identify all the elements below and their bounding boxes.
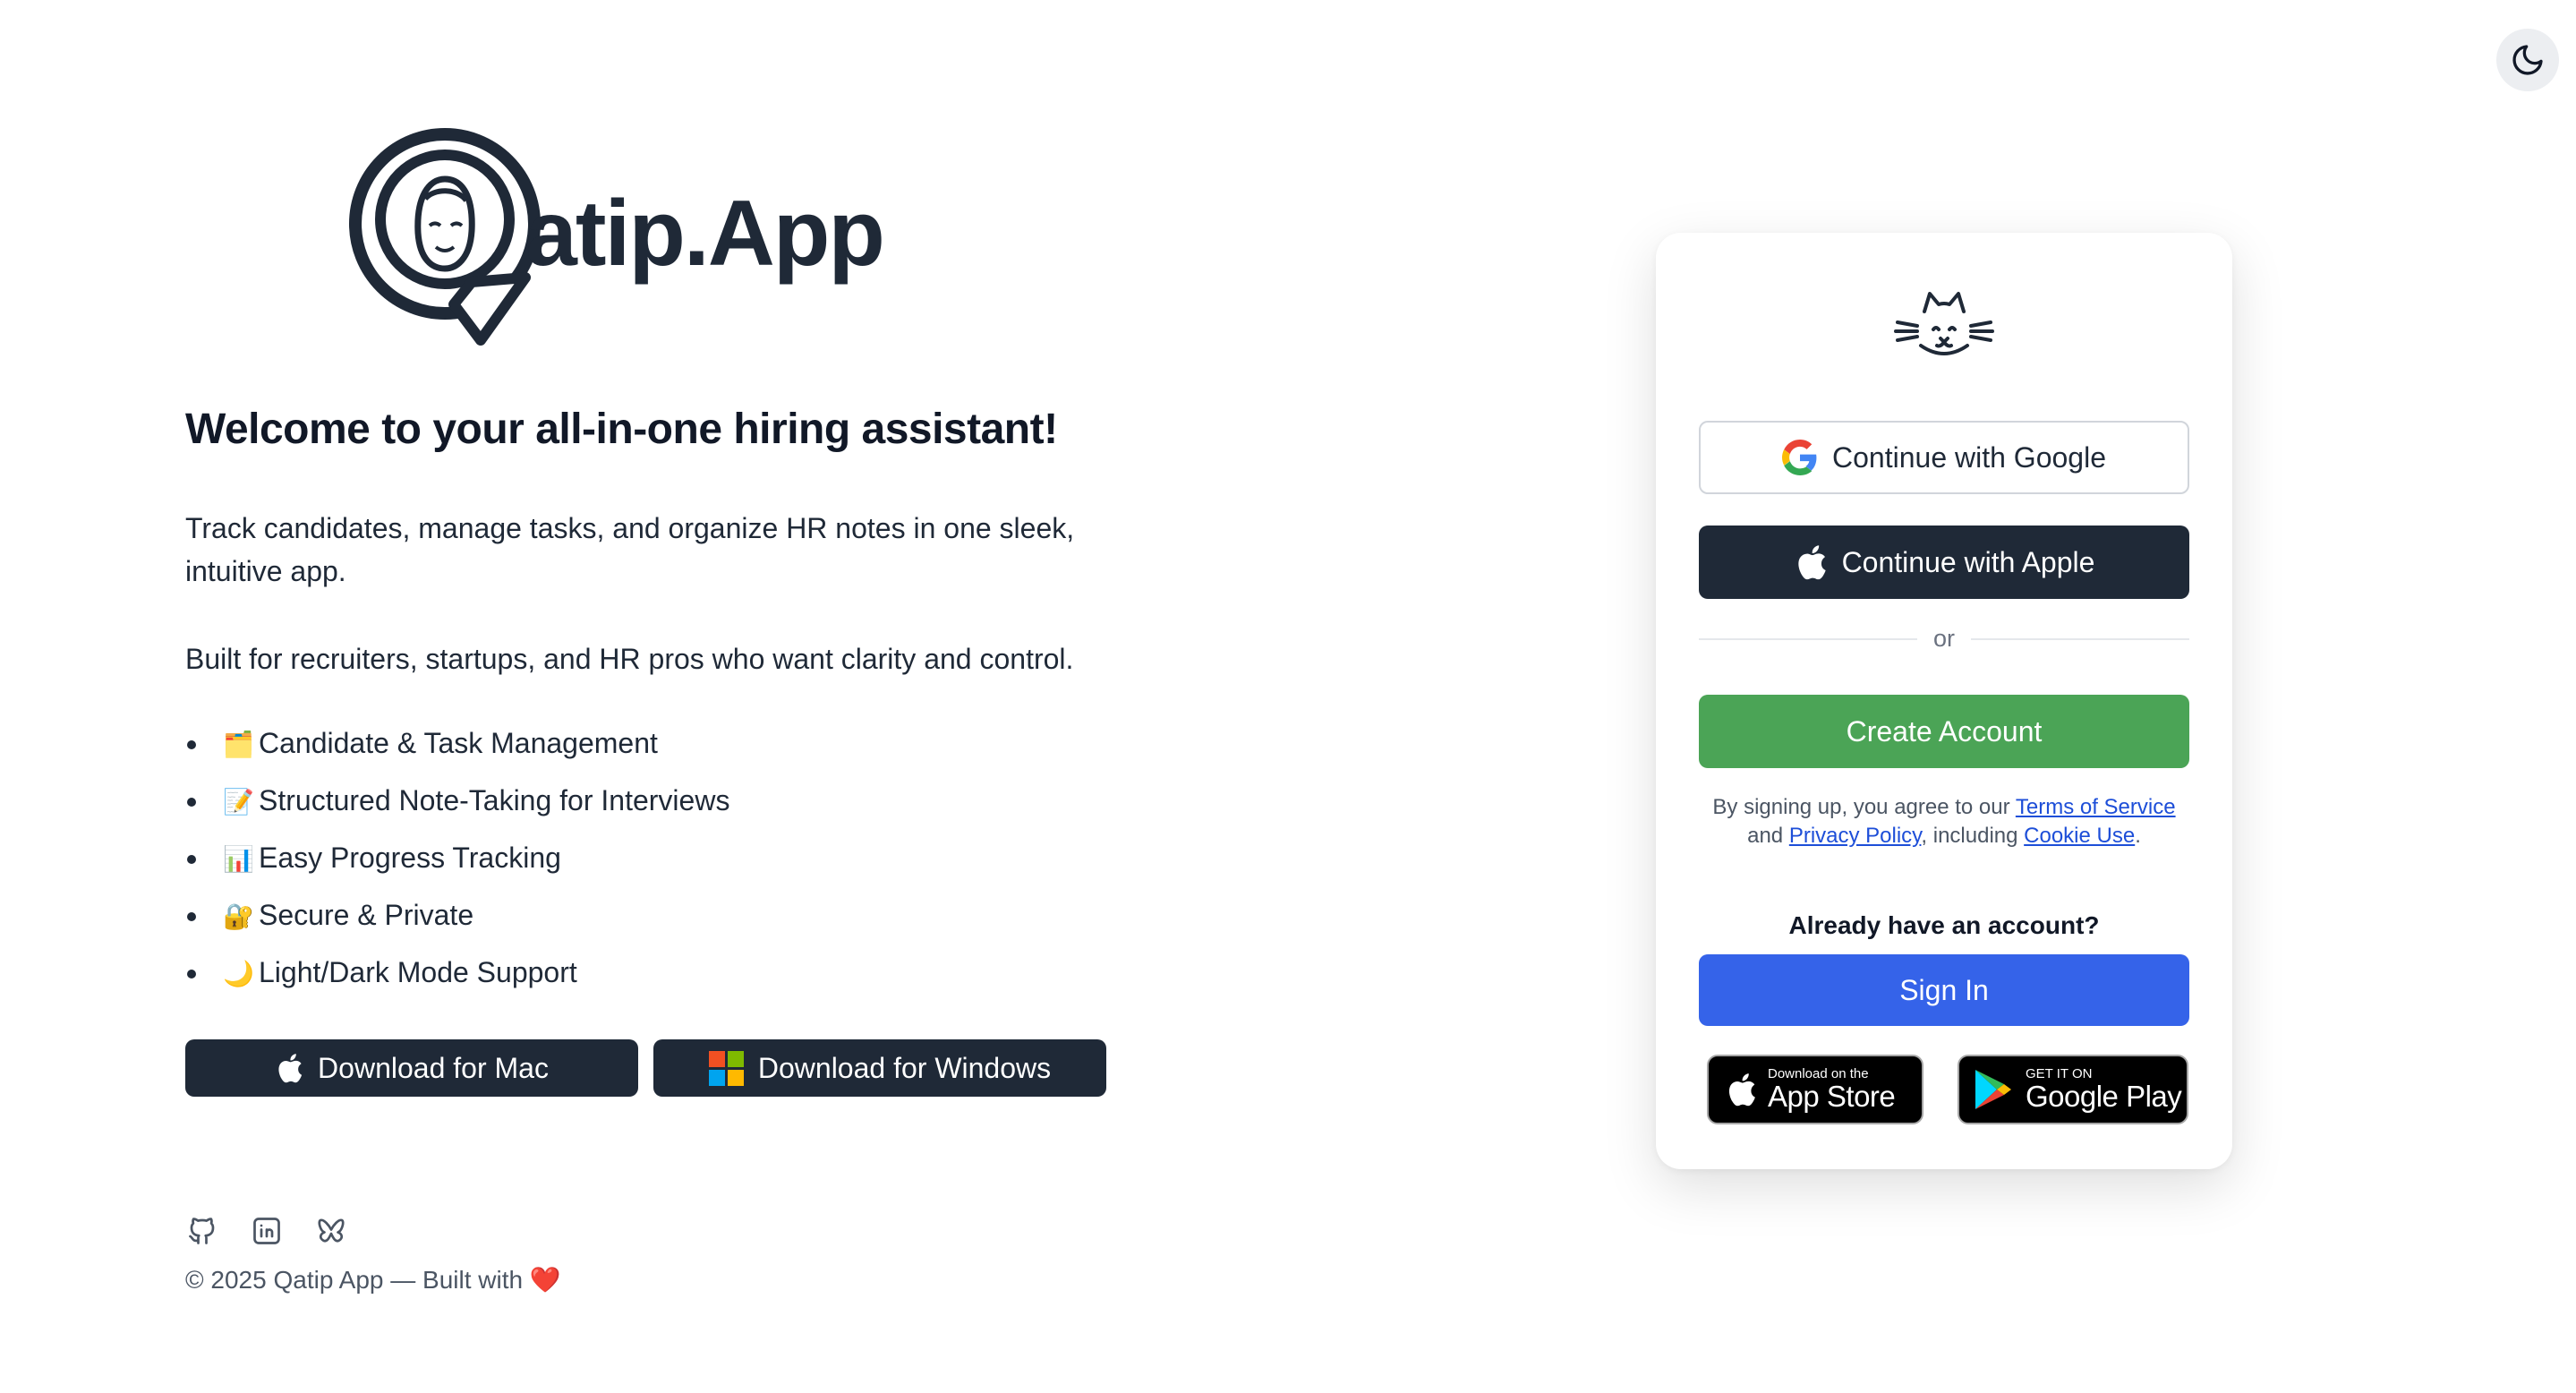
or-label: or xyxy=(1933,625,1956,652)
apple-icon xyxy=(278,1054,303,1083)
social-links xyxy=(185,1214,348,1248)
bluesky-icon xyxy=(318,1218,345,1243)
download-windows-button[interactable]: Download for Windows xyxy=(653,1039,1106,1097)
app-store-big-text: App Store xyxy=(1768,1080,1896,1113)
download-mac-button[interactable]: Download for Mac xyxy=(185,1039,638,1097)
qatip-q-logo-icon xyxy=(349,128,541,346)
folder-icon: 🗂️ xyxy=(223,731,254,758)
theme-toggle-button[interactable] xyxy=(2496,29,2559,91)
feature-item: 📊 Easy Progress Tracking xyxy=(185,836,729,893)
create-account-label: Create Account xyxy=(1846,714,2043,748)
google-play-icon xyxy=(1975,1070,2011,1109)
apple-icon xyxy=(1728,1073,1755,1107)
continue-google-button[interactable]: Continue with Google xyxy=(1699,421,2189,494)
audience-paragraph: Built for recruiters, startups, and HR p… xyxy=(185,643,1074,675)
terms-of-service-link[interactable]: Terms of Service xyxy=(2016,795,2176,819)
welcome-heading: Welcome to your all-in-one hiring assist… xyxy=(185,406,1058,453)
google-icon xyxy=(1782,440,1817,475)
brand-logo: atip.App xyxy=(346,125,937,358)
apple-icon xyxy=(1797,545,1826,580)
footer-text: © 2025 Qatip App — Built with xyxy=(185,1266,524,1294)
moon-icon xyxy=(2512,45,2543,75)
or-divider: or xyxy=(1699,625,2190,653)
privacy-policy-link[interactable]: Privacy Policy xyxy=(1789,824,1922,848)
feature-item: 🔐 Secure & Private xyxy=(185,893,729,951)
download-windows-label: Download for Windows xyxy=(757,1051,1052,1084)
bluesky-link[interactable] xyxy=(314,1214,348,1248)
download-mac-label: Download for Mac xyxy=(318,1051,549,1084)
continue-apple-label: Continue with Apple xyxy=(1841,545,2095,578)
continue-apple-button[interactable]: Continue with Apple xyxy=(1699,526,2189,599)
google-play-badge[interactable]: GET IT ON Google Play xyxy=(1958,1055,2188,1124)
app-store-badge[interactable]: Download on the App Store xyxy=(1707,1055,1923,1124)
github-link[interactable] xyxy=(185,1214,219,1248)
feature-item: 📝 Structured Note-Taking for Interviews xyxy=(185,779,729,836)
lock-icon: 🔐 xyxy=(223,902,254,930)
feature-item: 🌙 Light/Dark Mode Support xyxy=(185,951,729,1008)
linkedin-link[interactable] xyxy=(250,1214,284,1248)
google-play-big-text: Google Play xyxy=(2026,1080,2182,1113)
sign-in-label: Sign In xyxy=(1899,973,1989,1006)
cat-face-icon xyxy=(1894,292,1994,355)
continue-google-label: Continue with Google xyxy=(1832,440,2106,474)
already-have-account-label: Already have an account? xyxy=(1788,911,2100,939)
memo-icon: 📝 xyxy=(223,788,254,816)
create-account-button[interactable]: Create Account xyxy=(1699,695,2189,768)
terms-notice: By signing up, you agree to our Terms of… xyxy=(1712,795,2176,848)
footer: © 2025 Qatip App — Built with ❤️ xyxy=(185,1265,561,1295)
heart-icon: ❤️ xyxy=(529,1266,561,1294)
cookie-use-link[interactable]: Cookie Use xyxy=(2024,824,2135,848)
intro-paragraph: Track candidates, manage tasks, and orga… xyxy=(185,512,1075,587)
linkedin-icon xyxy=(253,1218,280,1244)
auth-card: Continue with Google Continue with Apple… xyxy=(1656,233,2232,1169)
windows-icon xyxy=(708,1050,744,1086)
feature-list: 🗂️ Candidate & Task Management 📝 Structure… xyxy=(185,722,729,1008)
bar-chart-icon: 📊 xyxy=(223,845,254,873)
sign-in-button[interactable]: Sign In xyxy=(1699,954,2189,1026)
feature-item: 🗂️ Candidate & Task Management xyxy=(185,722,729,779)
moon-emoji-icon: 🌙 xyxy=(223,960,254,987)
github-icon xyxy=(189,1218,215,1244)
logo-wordmark: atip.App xyxy=(525,182,885,286)
